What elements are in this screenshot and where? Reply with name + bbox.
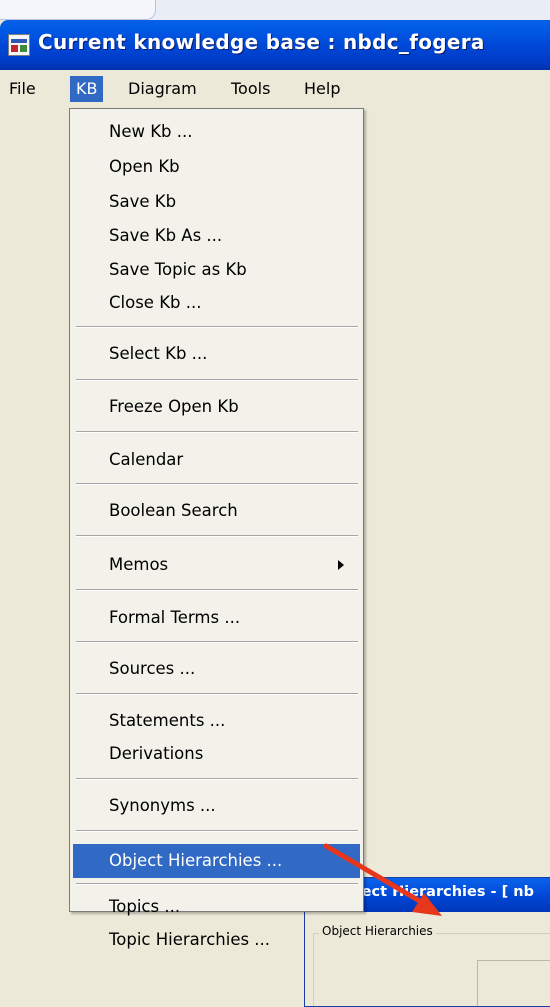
menu-separator (76, 693, 358, 695)
menu-separator (76, 589, 358, 591)
menu-item-select-kb[interactable]: Select Kb ... (73, 341, 360, 367)
object-hierarchies-inner-panel (477, 960, 550, 1006)
menu-item-formal-terms[interactable]: Formal Terms ... (73, 605, 360, 631)
menu-item-sources[interactable]: Sources ... (73, 656, 360, 682)
menu-item-close-kb[interactable]: Close Kb ... (73, 290, 360, 316)
menu-file[interactable]: File (3, 76, 42, 102)
window-titlebar[interactable]: Current knowledge base : nbdc_fogera (0, 20, 550, 70)
menu-separator (76, 483, 358, 485)
menu-item-calendar[interactable]: Calendar (73, 447, 360, 473)
menu-item-statements[interactable]: Statements ... (73, 708, 360, 734)
menu-item-save-kb-as[interactable]: Save Kb As ... (73, 223, 360, 249)
app-icon-block-red (11, 45, 18, 52)
menu-item-object-hierarchies[interactable]: Object Hierarchies ... (73, 844, 360, 878)
menu-item-save-topic-as-kb[interactable]: Save Topic as Kb (73, 257, 360, 283)
menu-item-boolean-search[interactable]: Boolean Search (73, 498, 360, 524)
menu-separator (76, 431, 358, 433)
menu-item-topics[interactable]: Topics ... (73, 894, 360, 920)
menu-item-freeze-open-kb[interactable]: Freeze Open Kb (73, 394, 360, 420)
submenu-arrow-icon (338, 560, 344, 570)
menu-item-save-kb[interactable]: Save Kb (73, 189, 360, 215)
menu-item-memos-label: Memos (109, 555, 169, 574)
app-icon-block-green (20, 45, 27, 52)
menu-item-new-kb[interactable]: New Kb ... (73, 119, 360, 145)
window-title: Current knowledge base : nbdc_fogera (38, 30, 485, 54)
menu-item-memos[interactable]: Memos (73, 552, 360, 578)
menu-item-open-kb[interactable]: Open Kb (73, 154, 360, 180)
menu-tools[interactable]: Tools (225, 76, 276, 102)
menu-item-synonyms[interactable]: Synonyms ... (73, 793, 360, 819)
menu-separator (76, 830, 358, 832)
menu-kb[interactable]: KB (70, 76, 104, 102)
menu-separator (76, 535, 358, 537)
menu-separator (76, 641, 358, 643)
top-strip (0, 0, 550, 20)
menu-diagram[interactable]: Diagram (122, 76, 203, 102)
menu-help[interactable]: Help (298, 76, 346, 102)
menu-separator (76, 326, 358, 328)
menu-separator (76, 778, 358, 780)
menu-item-topic-hierarchies[interactable]: Topic Hierarchies ... (73, 927, 360, 953)
kb-dropdown-menu: New Kb ... Open Kb Save Kb Save Kb As ..… (69, 108, 364, 949)
menu-separator (76, 379, 358, 381)
top-tab-shape (0, 0, 156, 20)
menu-bar: File KB Diagram Tools Help (0, 70, 550, 108)
app-icon[interactable] (8, 34, 30, 56)
menu-separator (76, 883, 358, 885)
app-icon-bar (11, 39, 27, 43)
menu-item-derivations[interactable]: Derivations (73, 741, 360, 767)
